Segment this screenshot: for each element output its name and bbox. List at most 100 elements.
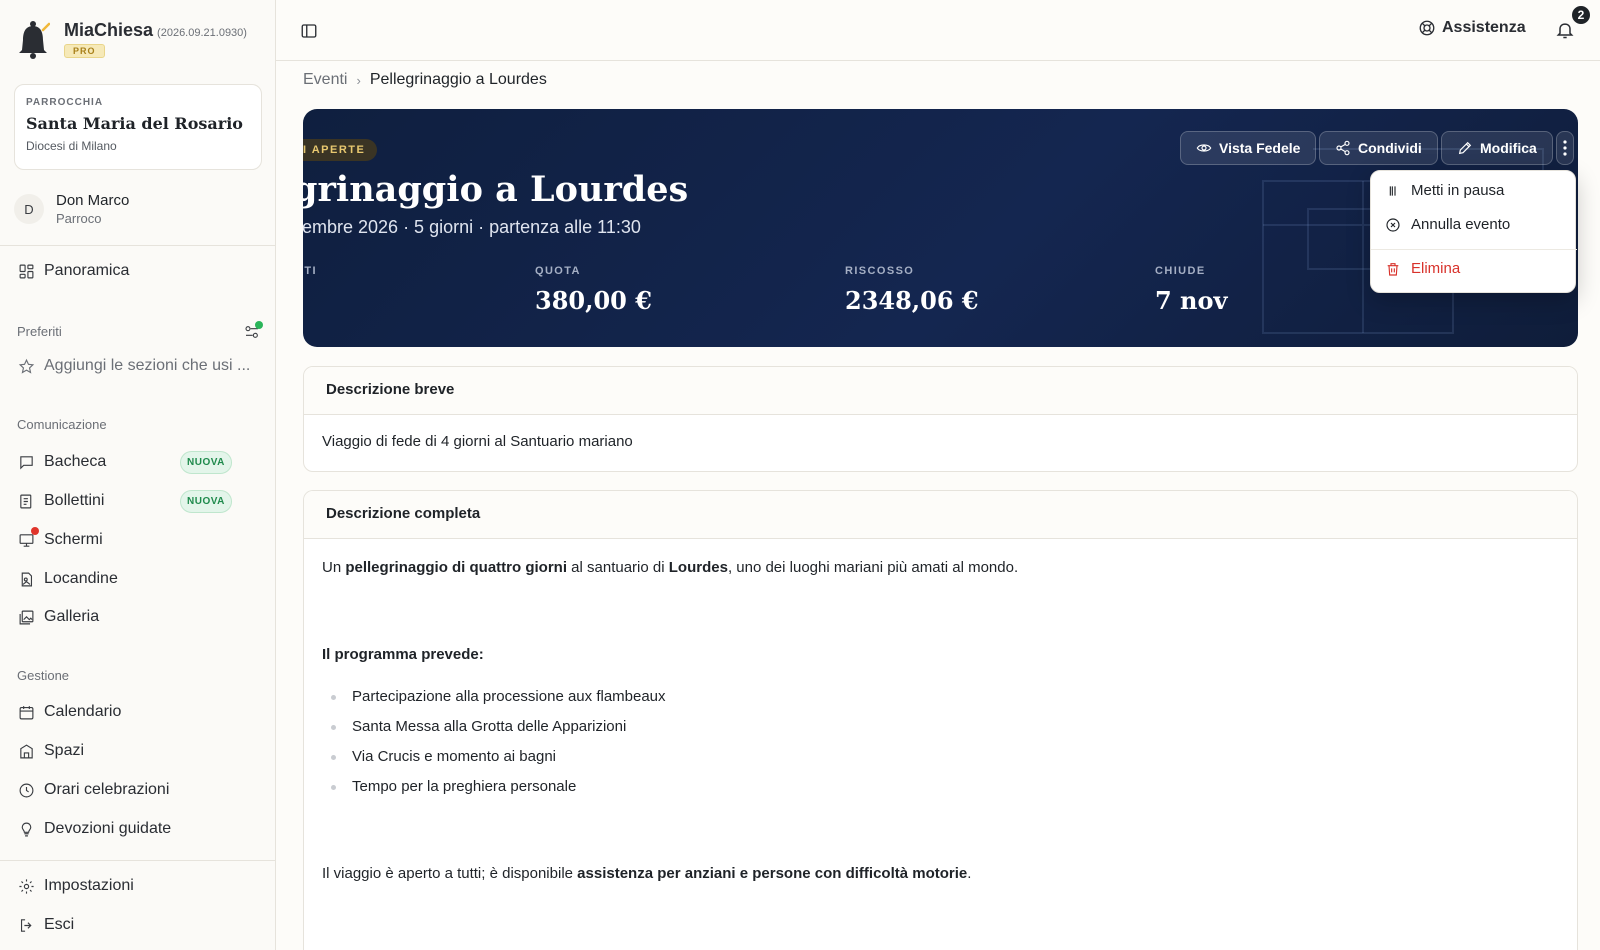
user-role: Parroco — [56, 211, 102, 226]
text-run: . — [967, 865, 972, 882]
sidebar-item-overview[interactable]: Panoramica — [18, 259, 129, 283]
more-actions-button[interactable] — [1556, 131, 1574, 165]
parish-card[interactable]: PARROCCHIA Santa Maria del Rosario Dioce… — [14, 84, 262, 170]
breadcrumb-parent[interactable]: Eventi — [303, 71, 347, 89]
user-name: Don Marco — [56, 192, 130, 209]
event-subtitle: vembre 2026 · 5 giorni · partenza alle 1… — [303, 217, 641, 237]
list-item: Santa Messa alla Grotta delle Apparizion… — [322, 716, 1559, 738]
sidebar-item-label: Locandine — [44, 570, 118, 587]
kebab-menu-icon — [1563, 140, 1567, 156]
more-actions-menu: Metti in pausa Annulla evento Elimina — [1370, 170, 1577, 293]
menu-item-label: Elimina — [1411, 260, 1461, 277]
favorites-label: Preferiti — [17, 324, 62, 339]
event-title: grinaggio a Lourdes — [303, 169, 689, 210]
stat-label: NTI — [303, 265, 317, 277]
sidebar-item-orari[interactable]: Orari celebrazioni — [18, 778, 169, 802]
building-icon — [20, 743, 33, 758]
x-circle-icon — [1386, 217, 1400, 232]
poster-icon — [21, 572, 33, 586]
sidebar-toggle-icon[interactable] — [300, 22, 318, 40]
bold-text-run: assistenza per anziani e persone con dif… — [577, 865, 968, 882]
program-heading: Il programma prevede: — [322, 644, 1559, 666]
gear-icon — [19, 878, 34, 894]
app-version: (2026.09.21.0930) — [157, 27, 247, 39]
favorites-status-dot — [255, 321, 263, 329]
lifebuoy-icon — [1419, 20, 1435, 36]
bold-text-run: pellegrinaggio di quattro giorni — [345, 559, 568, 576]
sidebar-divider — [0, 245, 276, 246]
app-name: MiaChiesa — [64, 20, 154, 40]
preview-button[interactable]: Vista Fedele — [1180, 131, 1317, 165]
logout-icon — [20, 918, 32, 932]
topbar: Assistenza 2 — [276, 0, 1600, 61]
sidebar-item-label: Calendario — [44, 703, 122, 720]
user-profile[interactable]: D Don Marco Parroco — [14, 192, 129, 226]
sidebar-item-logout[interactable]: Esci — [18, 913, 74, 937]
avatar: D — [14, 194, 44, 224]
edit-button[interactable]: Modifica — [1441, 131, 1553, 165]
sidebar-item-label: Galleria — [44, 608, 100, 625]
bold-text-run: Il programma prevede: — [322, 646, 484, 663]
menu-item-cancel[interactable]: Annulla evento — [1385, 216, 1510, 233]
sidebar-item-bacheca[interactable]: Bacheca — [18, 450, 106, 474]
list-item: Tempo per la preghiera personale — [322, 776, 1559, 798]
sidebar-item-label: Spazi — [44, 742, 85, 759]
sidebar-item-label: Impostazioni — [44, 877, 134, 894]
sidebar-item-label: Schermi — [44, 531, 103, 548]
new-badge: NUOVA — [180, 451, 232, 474]
help-button[interactable]: Assistenza — [1418, 19, 1526, 37]
menu-divider — [1371, 249, 1577, 250]
sidebar-item-label: Devozioni guidate — [44, 820, 172, 837]
trash-icon — [1387, 262, 1399, 276]
lightbulb-icon — [21, 822, 32, 836]
favorites-hint-label: Aggiungi le sezioni che usi ... — [44, 357, 251, 374]
sidebar-item-label: Bollettini — [44, 492, 105, 509]
event-status-pill: I APERTE — [303, 139, 378, 161]
communication-label: Comunicazione — [17, 417, 107, 432]
closing-paragraph: Il viaggio è aperto a tutti; è disponibi… — [322, 863, 1559, 885]
sidebar-item-bollettini[interactable]: Bollettini — [18, 489, 104, 513]
sidebar-item-calendario[interactable]: Calendario — [18, 700, 121, 724]
sidebar-item-locandine[interactable]: Locandine — [18, 567, 118, 591]
text-run: Il viaggio è aperto a tutti; è disponibi… — [322, 865, 578, 882]
stat-label-closes: CHIUDE — [1155, 265, 1206, 277]
breadcrumb: Eventi › Pellegrinaggio a Lourdes — [303, 71, 547, 89]
sidebar-item-galleria[interactable]: Galleria — [18, 605, 99, 629]
menu-item-delete[interactable]: Elimina — [1385, 260, 1460, 277]
preview-label: Vista Fedele — [1219, 140, 1301, 156]
favorites-hint[interactable]: Aggiungi le sezioni che usi ... — [18, 354, 250, 378]
pencil-icon — [1458, 141, 1472, 155]
full-description-body: Un pellegrinaggio di quattro giorni al s… — [304, 539, 1577, 903]
bold-text-run: Lourdes — [668, 559, 728, 576]
message-icon — [20, 455, 33, 470]
bell-icon[interactable] — [1555, 20, 1575, 40]
sidebar-item-label: Orari celebrazioni — [44, 781, 170, 798]
stat-value-collected: 2348,06 € — [845, 286, 979, 315]
sidebar-item-settings[interactable]: Impostazioni — [18, 874, 134, 898]
menu-item-pause[interactable]: Metti in pausa — [1385, 182, 1504, 199]
share-button[interactable]: Condividi — [1319, 131, 1438, 165]
clock-icon — [19, 783, 34, 797]
sidebar-divider — [0, 860, 276, 861]
sidebar-item-label: Panoramica — [44, 262, 130, 279]
intro-paragraph: Un pellegrinaggio di quattro giorni al s… — [322, 557, 1559, 579]
list-item: Partecipazione alla processione aux flam… — [322, 686, 1559, 708]
short-description-text: Viaggio di fede di 4 giorni al Santuario… — [322, 433, 633, 450]
sidebar-item-spazi[interactable]: Spazi — [18, 739, 84, 763]
card-title: Descrizione breve — [304, 367, 1577, 415]
edit-label: Modifica — [1480, 140, 1537, 156]
calendar-icon — [19, 705, 34, 719]
notification-count: 2 — [1570, 4, 1592, 26]
text-run: , uno dei luoghi mariani più amati al mo… — [727, 559, 1019, 576]
full-description-card: Descrizione completa Un pellegrinaggio d… — [303, 490, 1578, 950]
newspaper-icon — [20, 494, 32, 508]
share-label: Condividi — [1358, 140, 1422, 156]
brand[interactable]: MiaChiesa (2026.09.21.0930) PRO — [16, 20, 247, 60]
eye-icon — [1196, 144, 1212, 152]
bell-logo-icon — [19, 21, 50, 59]
list-item: Via Crucis e momento ai bagni — [322, 746, 1559, 768]
sidebar-item-devozioni[interactable]: Devozioni guidate — [18, 817, 171, 841]
star-icon — [18, 358, 35, 374]
